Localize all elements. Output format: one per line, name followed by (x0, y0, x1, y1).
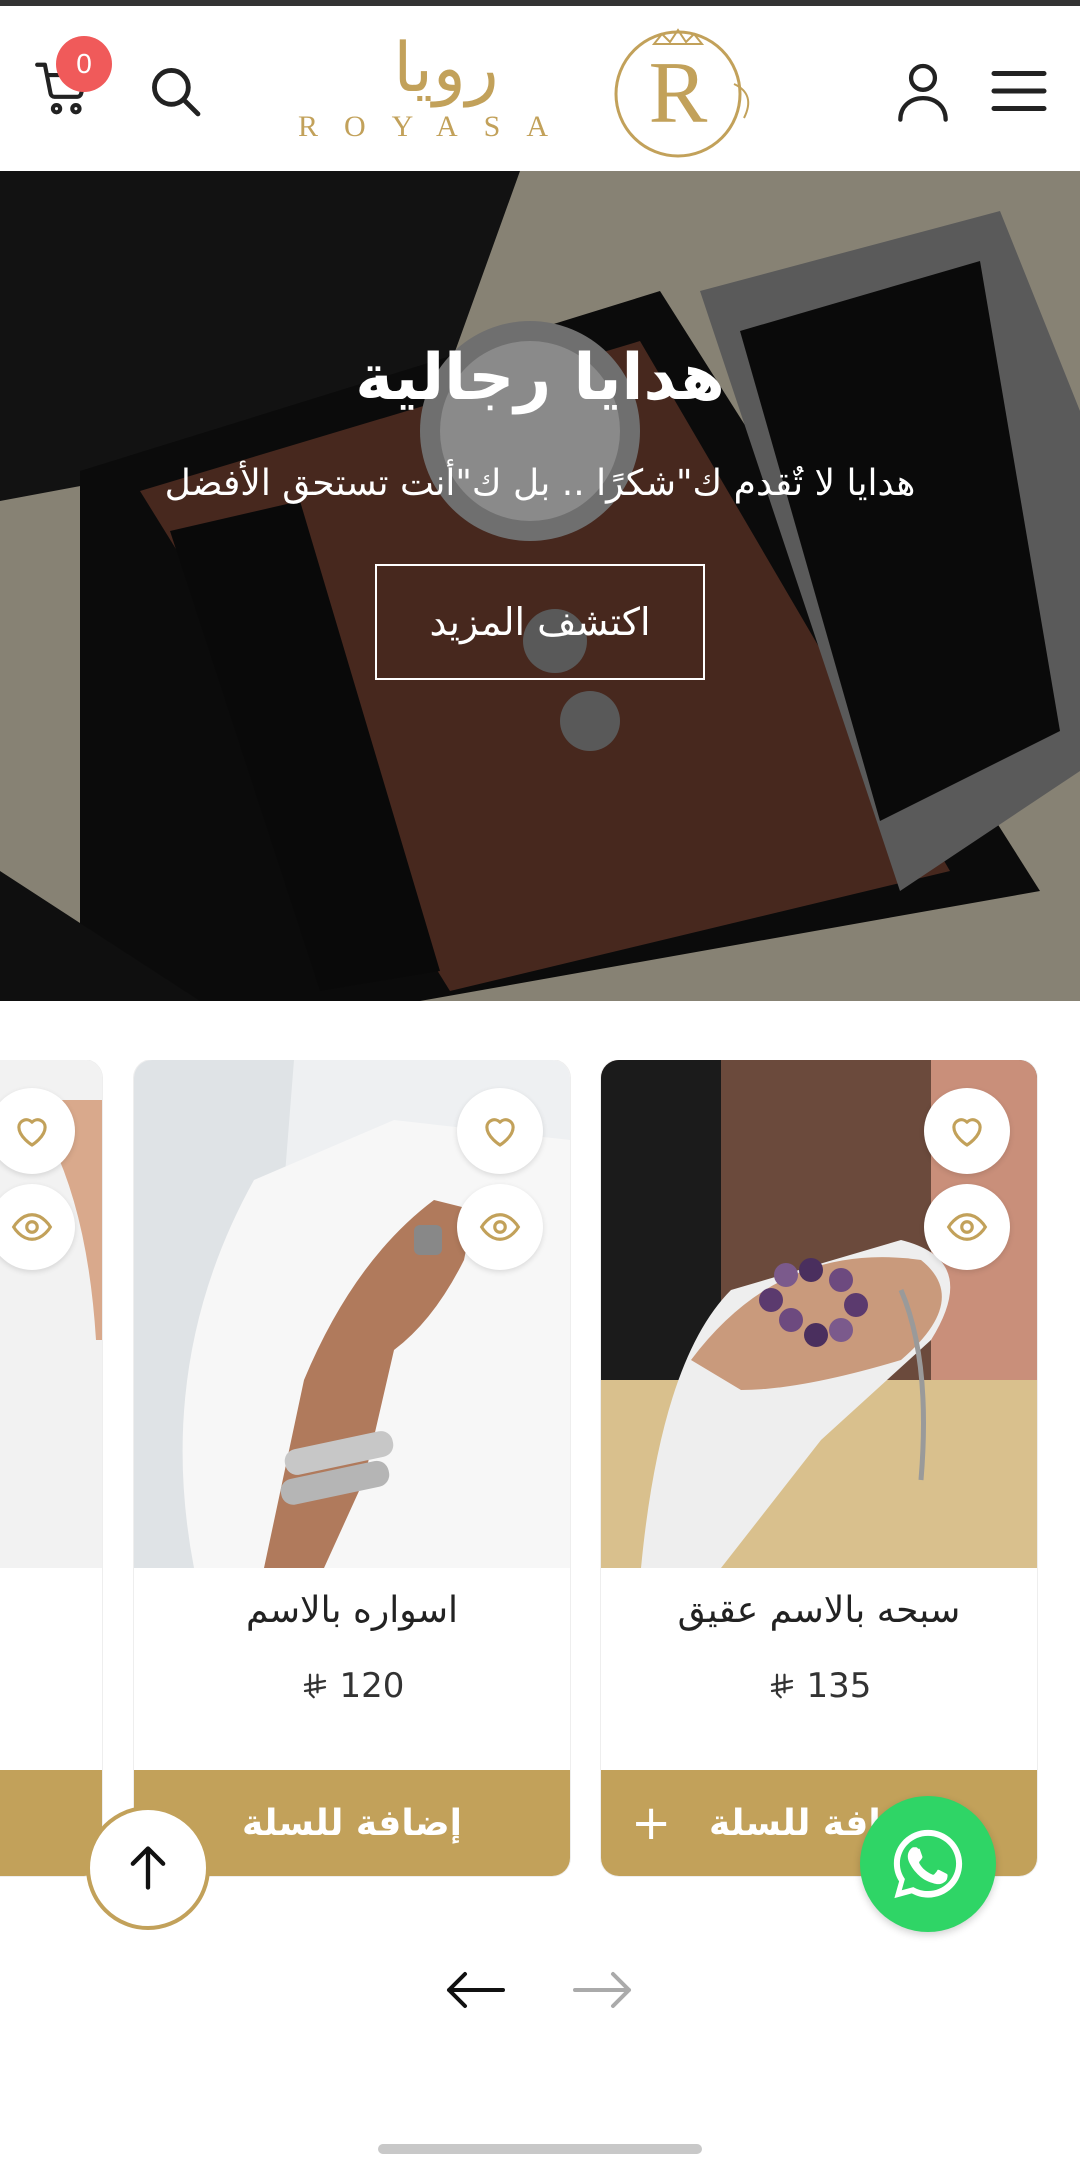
whatsapp-icon (893, 1829, 963, 1899)
heart-icon (17, 1118, 47, 1147)
carousel-navigation (440, 1960, 640, 2020)
add-to-cart-label: إضافة للسلة (242, 1802, 462, 1844)
arrow-left-icon (447, 1972, 505, 2008)
riyal-icon (770, 1673, 793, 1699)
eye-icon (11, 1213, 53, 1241)
product-price: 135 (601, 1666, 1037, 1706)
cart-count-badge: 0 (56, 36, 112, 92)
product-name[interactable]: سبحه بالاسم عقيق (601, 1590, 1037, 1631)
logo-emblem: R (614, 28, 750, 158)
hero-title: هدايا رجالية (355, 341, 725, 415)
hero-subtitle: هدايا لا تٌقدم ك"شكرًا .. بل ك"أنت تستحق… (164, 463, 916, 504)
site-logo[interactable]: رويا ROYASA R (290, 24, 770, 160)
search-button[interactable] (140, 56, 210, 126)
heart-icon (485, 1118, 515, 1147)
menu-button[interactable] (984, 56, 1054, 126)
product-card[interactable]: اسواره بالاسم 120 إضافة للسلة (134, 1060, 570, 1876)
home-indicator (378, 2144, 702, 2154)
scroll-to-top-button[interactable] (86, 1806, 210, 1930)
product-price: 120 (134, 1666, 570, 1706)
wishlist-button[interactable] (924, 1088, 1010, 1174)
product-image[interactable] (0, 1060, 102, 1568)
product-price-value: 120 (339, 1666, 405, 1706)
whatsapp-button[interactable] (860, 1796, 996, 1932)
user-icon (898, 63, 948, 122)
quick-view-button[interactable] (924, 1184, 1010, 1270)
product-image[interactable] (601, 1060, 1037, 1568)
wishlist-button[interactable] (457, 1088, 543, 1174)
hero-banner: هدايا رجالية هدايا لا تٌقدم ك"شكرًا .. ب… (0, 171, 1080, 1001)
arrow-right-icon (573, 1972, 631, 2008)
logo-latin-text: ROYASA (298, 110, 575, 143)
product-name[interactable]: اسواره بالاسم (134, 1590, 570, 1631)
product-price-value: 135 (806, 1666, 872, 1706)
plus-icon: + (631, 1795, 672, 1851)
riyal-icon (303, 1673, 326, 1699)
product-card[interactable]: إ (0, 1060, 102, 1876)
logo-mark-letter: R (649, 45, 708, 142)
site-header: 0 رويا ROYASA R (0, 6, 1080, 171)
logo-arabic-text: رويا (393, 29, 499, 108)
carousel-prev-button[interactable] (440, 1960, 510, 2020)
search-icon (152, 68, 201, 117)
heart-icon (952, 1118, 982, 1147)
discover-more-button[interactable]: اكتشف المزيد (375, 564, 705, 680)
product-card[interactable]: سبحه بالاسم عقيق 135 + إضافة للسلة (601, 1060, 1037, 1876)
account-button[interactable] (888, 56, 958, 126)
arrow-up-icon (130, 1846, 166, 1890)
carousel-next-button[interactable] (568, 1960, 638, 2020)
eye-icon (946, 1213, 988, 1241)
products-carousel: سبحه بالاسم عقيق 135 + إضافة للسلة اسوار… (0, 1060, 1080, 1880)
quick-view-button[interactable] (457, 1184, 543, 1270)
eye-icon (479, 1213, 521, 1241)
product-image[interactable] (134, 1060, 570, 1568)
menu-icon (991, 71, 1047, 111)
